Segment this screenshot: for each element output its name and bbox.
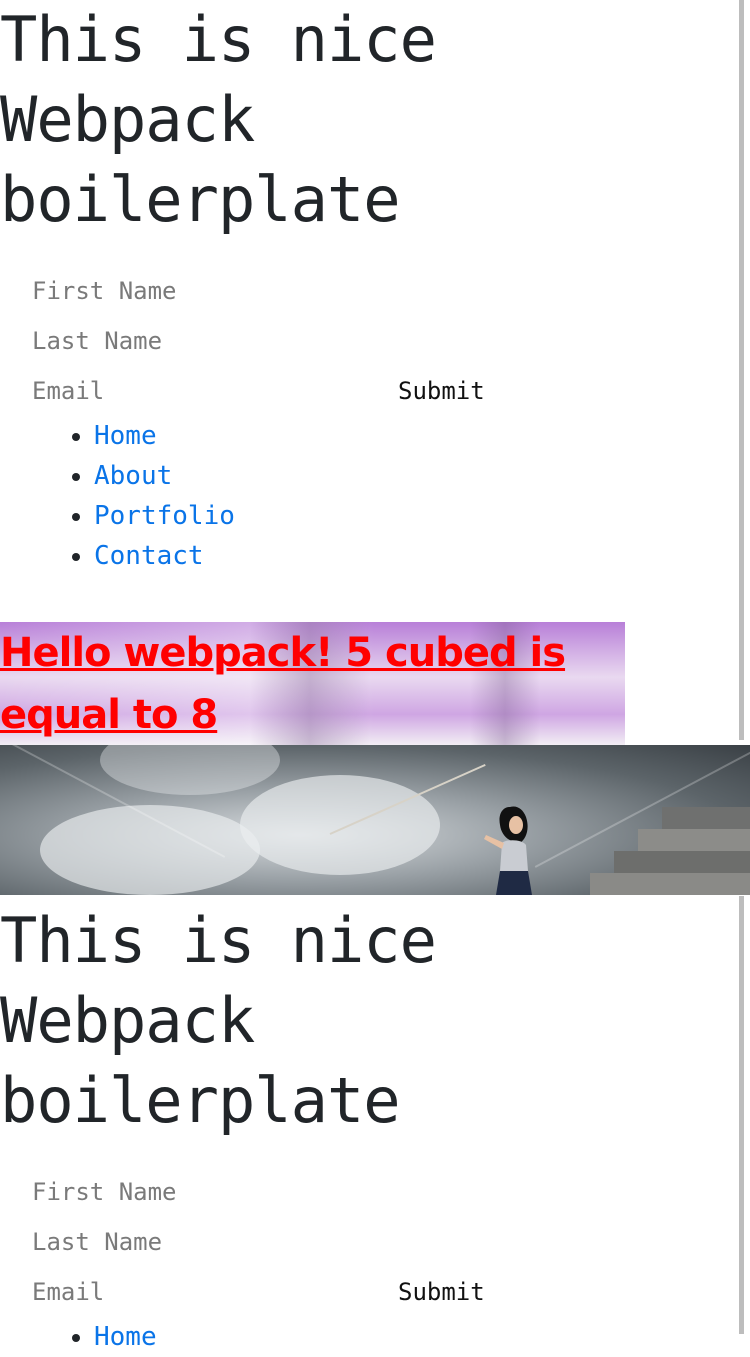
email-field[interactable] [32, 1267, 332, 1317]
hello-message: Hello webpack! 5 cubed is equal to 8 [0, 630, 566, 738]
cloud-shape [100, 745, 280, 795]
nav-list: Home [0, 1317, 750, 1357]
nav-link-contact[interactable]: Contact [94, 541, 204, 571]
first-name-field[interactable] [32, 266, 332, 316]
signup-form: Submit [0, 266, 750, 416]
last-name-field[interactable] [32, 1217, 332, 1267]
woman-pulling-rope-icon [484, 806, 532, 895]
nav-item: Home [94, 416, 750, 456]
submit-button[interactable]: Submit [398, 366, 485, 416]
boilerplate-section: This is nice Webpack boilerplate Submit … [0, 0, 750, 576]
nav-list: Home About Portfolio Contact [0, 416, 750, 576]
hero-image [0, 745, 750, 895]
boilerplate-section-repeat: This is nice Webpack boilerplate Submit … [0, 901, 750, 1357]
nav-link-home[interactable]: Home [94, 1322, 157, 1352]
first-name-field[interactable] [32, 1167, 332, 1217]
nav-item: Portfolio [94, 496, 750, 536]
page-title: This is nice Webpack boilerplate [0, 3, 437, 236]
nav-item: About [94, 456, 750, 496]
submit-button[interactable]: Submit [398, 1267, 485, 1317]
last-name-field[interactable] [32, 316, 332, 366]
signup-form: Submit [0, 1167, 750, 1317]
nav-link-home[interactable]: Home [94, 421, 157, 451]
nav-item: Contact [94, 536, 750, 576]
hello-banner: Hello webpack! 5 cubed is equal to 8 [0, 622, 625, 745]
cloud-shape [240, 775, 440, 875]
nav-link-portfolio[interactable]: Portfolio [94, 501, 235, 531]
stairs [590, 785, 750, 895]
page-title: This is nice Webpack boilerplate [0, 904, 437, 1137]
nav-item: Home [94, 1317, 750, 1357]
nav-link-about[interactable]: About [94, 461, 172, 491]
email-field[interactable] [32, 366, 332, 416]
